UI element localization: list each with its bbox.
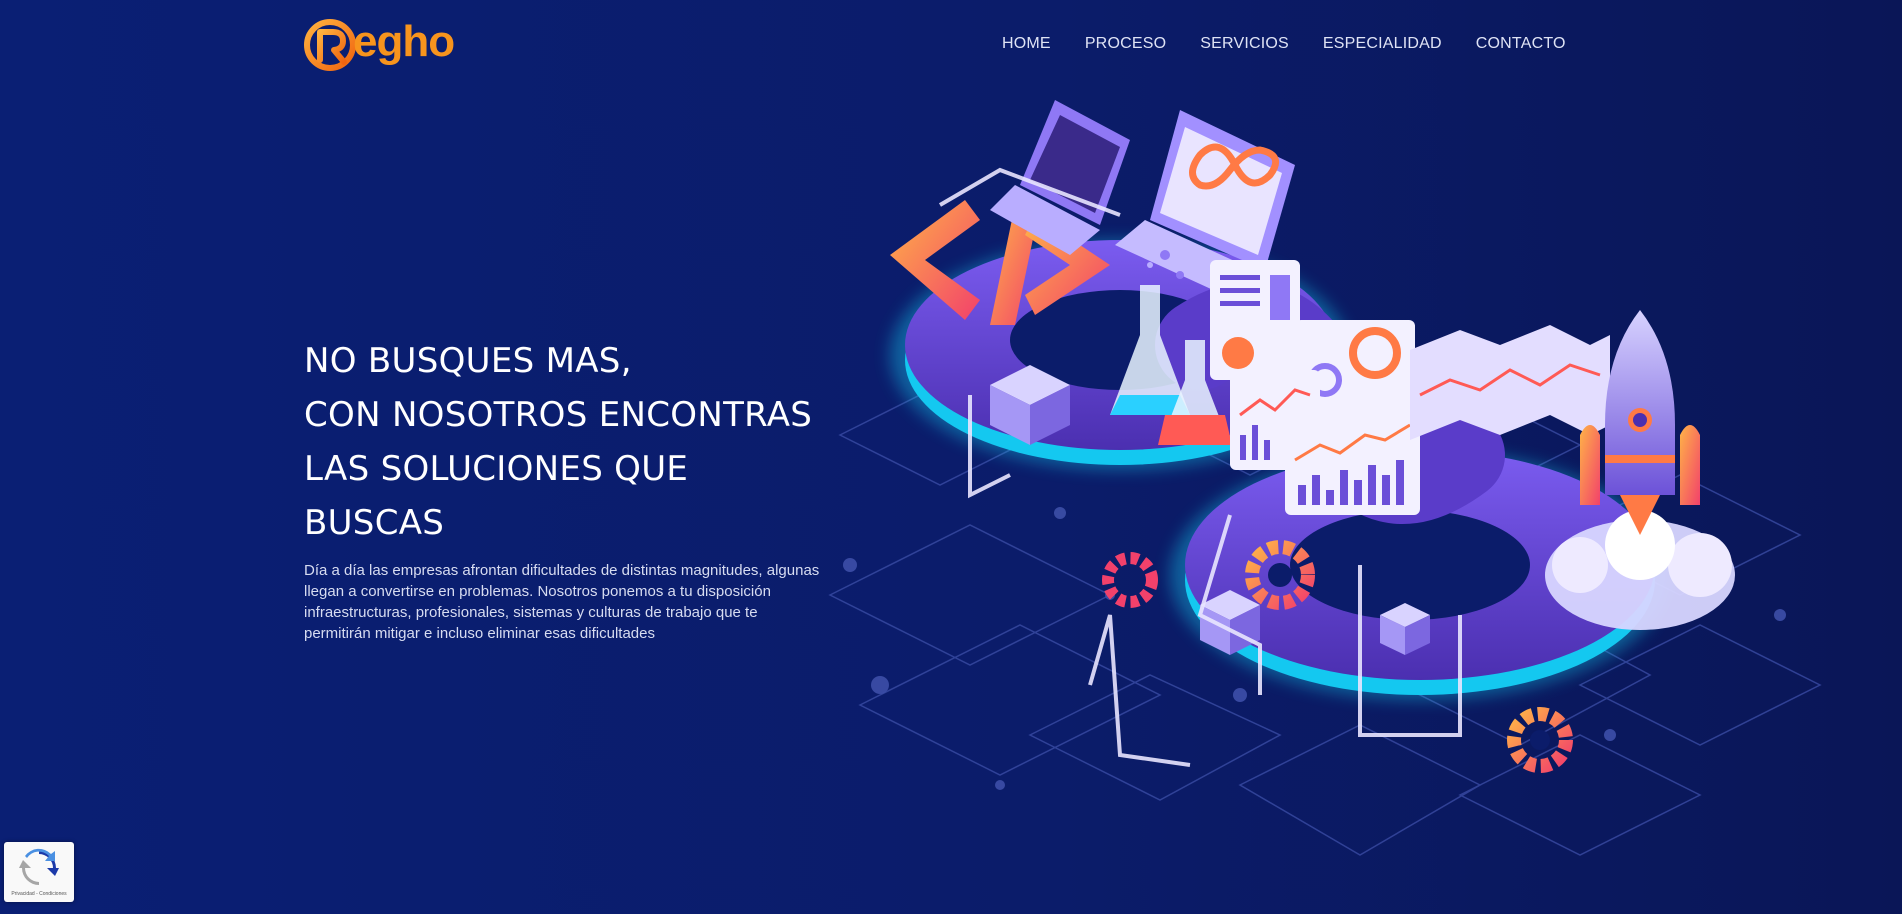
- hero-title-line: LAS SOLUCIONES QUE: [304, 449, 689, 489]
- gear-icon: [1507, 707, 1573, 773]
- dashboard-card: [1210, 260, 1300, 380]
- hero-description: Día a día las empresas afrontan dificult…: [304, 562, 820, 642]
- logo-text: egho: [353, 17, 455, 66]
- recaptcha-icon: [19, 848, 59, 885]
- main-nav: HOME PROCESO SERVICIOS ESPECIALIDAD CONT…: [1002, 35, 1566, 53]
- hero-title-line: BUSCAS: [304, 503, 445, 543]
- hero-title-line: CON NOSOTROS ENCONTRAS: [304, 395, 813, 435]
- recaptcha-badge[interactable]: Privacidad - Condiciones: [4, 842, 74, 902]
- nav-especialidad[interactable]: ESPECIALIDAD: [1323, 35, 1442, 53]
- r-circle-logo-icon: [304, 19, 356, 71]
- nav-contacto[interactable]: CONTACTO: [1476, 35, 1566, 53]
- hero-title: NO BUSQUES MAS, CON NOSOTROS ENCONTRAS L…: [304, 334, 864, 550]
- nav-proceso[interactable]: PROCESO: [1085, 35, 1166, 53]
- nav-home[interactable]: HOME: [1002, 35, 1051, 53]
- brand-logo[interactable]: egho: [304, 16, 479, 74]
- nav-servicios[interactable]: SERVICIOS: [1200, 35, 1289, 53]
- hero-title-line: NO BUSQUES MAS,: [304, 341, 632, 381]
- recaptcha-label: Privacidad - Condiciones: [11, 891, 67, 897]
- hero-illustration: [828, 100, 1822, 856]
- bar-chart-card: [1285, 423, 1420, 515]
- folded-chart-panel: [1410, 325, 1610, 440]
